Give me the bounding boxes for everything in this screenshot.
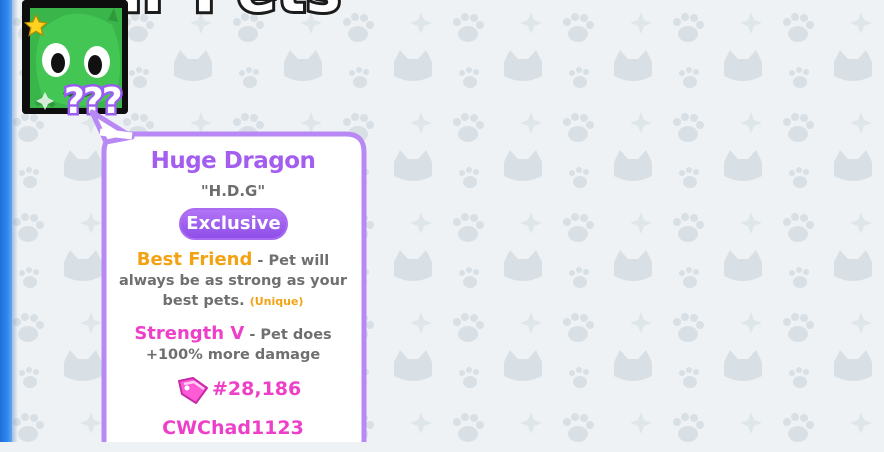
enchant-name: Strength V bbox=[134, 323, 245, 344]
enchant-name: Best Friend bbox=[136, 249, 253, 270]
exist-count: #28,186 bbox=[212, 378, 302, 400]
pet-tooltip: Huge Dragon "H.D.G" Exclusive Best Frien… bbox=[104, 134, 362, 452]
enchant-strength: Strength V - Pet does +100% more damage bbox=[114, 324, 352, 365]
exist-count-row: #28,186 bbox=[104, 375, 362, 409]
owner-name: CWChad1123 bbox=[162, 417, 304, 439]
enchant-unique-tag: (Unique) bbox=[249, 295, 304, 308]
pet-name: Huge Dragon bbox=[150, 148, 316, 174]
pink-tag-icon bbox=[178, 377, 208, 404]
enchant-best-friend: Best Friend - Pet will always be as stro… bbox=[114, 250, 352, 312]
pet-nickname: "H.D.G" bbox=[200, 182, 266, 200]
rarity-badge: Exclusive bbox=[179, 208, 288, 240]
